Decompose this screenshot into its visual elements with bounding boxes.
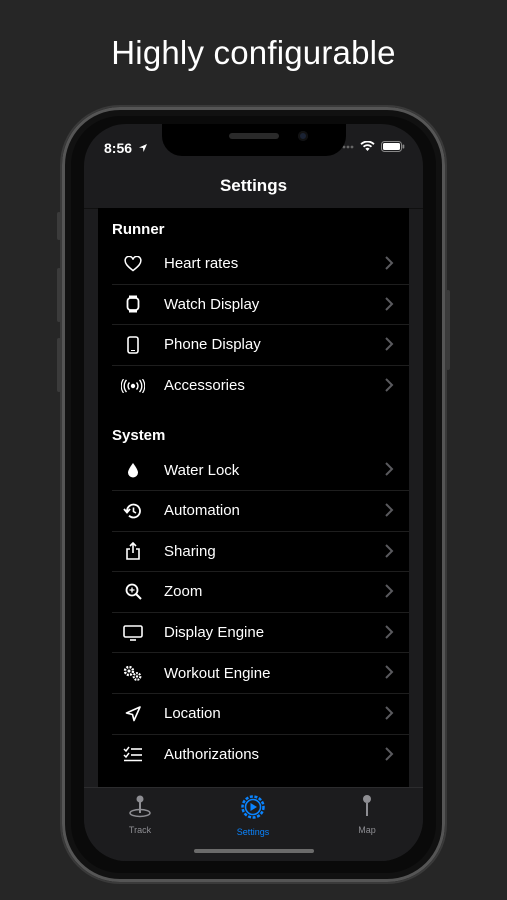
chevron-right-icon — [385, 584, 394, 598]
row-authorizations[interactable]: Authorizations — [112, 734, 409, 775]
notch — [162, 124, 346, 156]
track-pin-icon — [129, 795, 151, 818]
tab-label: Settings — [236, 827, 270, 837]
row-label: Heart rates — [164, 255, 239, 273]
row-label: Zoom — [164, 583, 203, 601]
front-camera — [298, 131, 308, 141]
gears-icon — [116, 663, 150, 683]
chevron-right-icon — [385, 378, 394, 392]
heart-icon — [116, 254, 150, 274]
checklist-icon — [116, 744, 150, 764]
chevron-right-icon — [385, 746, 394, 761]
nav-title: Settings — [219, 176, 288, 195]
chevron-right-icon — [385, 337, 394, 351]
chevron-right-icon — [385, 296, 394, 311]
row-automation[interactable]: Automation — [112, 490, 409, 532]
chevron-right-icon — [385, 625, 394, 639]
row-heart-rates[interactable]: Heart rates — [112, 244, 409, 285]
wifi-icon — [360, 141, 375, 151]
section-header-system: System — [112, 427, 166, 445]
row-accessories[interactable]: Accessories — [112, 365, 409, 406]
row-location[interactable]: Location — [112, 693, 409, 735]
phone-screen: 8:56 Settings Runner Heart rates Watch D… — [84, 124, 423, 861]
row-workout-engine[interactable]: Workout Engine — [112, 653, 409, 694]
volume-up-button — [57, 268, 61, 322]
headline: Highly configurable — [111, 34, 396, 71]
row-label: Water Lock — [164, 461, 240, 479]
chevron-right-icon — [385, 462, 394, 477]
speaker — [229, 133, 279, 139]
row-zoom[interactable]: Zoom — [112, 572, 409, 613]
settings-list[interactable]: Runner Heart rates Watch Display Phone D… — [98, 208, 409, 788]
chevron-right-icon — [385, 256, 394, 270]
status-time: 8:56 — [104, 140, 148, 156]
settings-play-icon — [241, 795, 265, 819]
map-pin-icon — [363, 795, 371, 816]
row-label: Authorizations — [164, 745, 260, 763]
location-services-icon — [138, 144, 147, 152]
row-label: Automation — [164, 502, 240, 520]
battery-icon — [381, 141, 405, 152]
broadcast-icon — [116, 376, 150, 396]
tab-bar: Track Settings Map — [84, 787, 423, 861]
zoom-icon — [116, 582, 150, 602]
location-arrow-icon — [116, 704, 150, 724]
row-watch-display[interactable]: Watch Display — [112, 284, 409, 326]
water-drop-icon — [116, 460, 150, 480]
tab-label: Track — [128, 825, 152, 835]
section-system: Water Lock Automation Sharing Zoom Displ… — [98, 450, 409, 775]
monitor-icon — [116, 623, 150, 643]
row-display-engine[interactable]: Display Engine — [112, 612, 409, 654]
status-time-text: 8:56 — [104, 140, 133, 156]
power-button — [446, 290, 450, 370]
volume-down-button — [57, 338, 61, 392]
row-water-lock[interactable]: Water Lock — [112, 450, 409, 491]
row-label: Watch Display — [164, 295, 260, 313]
home-indicator[interactable] — [194, 849, 314, 853]
phone-icon — [116, 335, 150, 355]
share-icon — [116, 541, 150, 561]
mute-switch — [57, 212, 61, 240]
section-header-runner: Runner — [112, 221, 165, 238]
chevron-right-icon — [385, 503, 394, 517]
row-label: Accessories — [164, 377, 245, 395]
status-indicators — [338, 141, 405, 152]
tab-label: Map — [358, 825, 376, 835]
row-label: Location — [164, 705, 221, 723]
navigation-bar: Settings — [84, 168, 423, 209]
row-sharing[interactable]: Sharing — [112, 531, 409, 573]
tab-map[interactable]: Map — [322, 794, 412, 835]
row-label: Display Engine — [164, 624, 265, 642]
tab-settings[interactable]: Settings — [208, 794, 298, 837]
row-label: Phone Display — [164, 336, 261, 354]
chevron-right-icon — [385, 543, 394, 558]
section-runner: Heart rates Watch Display Phone Display — [98, 244, 409, 406]
chevron-right-icon — [385, 706, 394, 720]
automation-icon — [116, 501, 150, 521]
watch-icon — [116, 294, 150, 314]
chevron-right-icon — [385, 665, 394, 680]
row-label: Workout Engine — [164, 664, 271, 682]
tab-track[interactable]: Track — [95, 794, 185, 835]
row-phone-display[interactable]: Phone Display — [112, 325, 409, 366]
row-label: Sharing — [164, 542, 216, 560]
